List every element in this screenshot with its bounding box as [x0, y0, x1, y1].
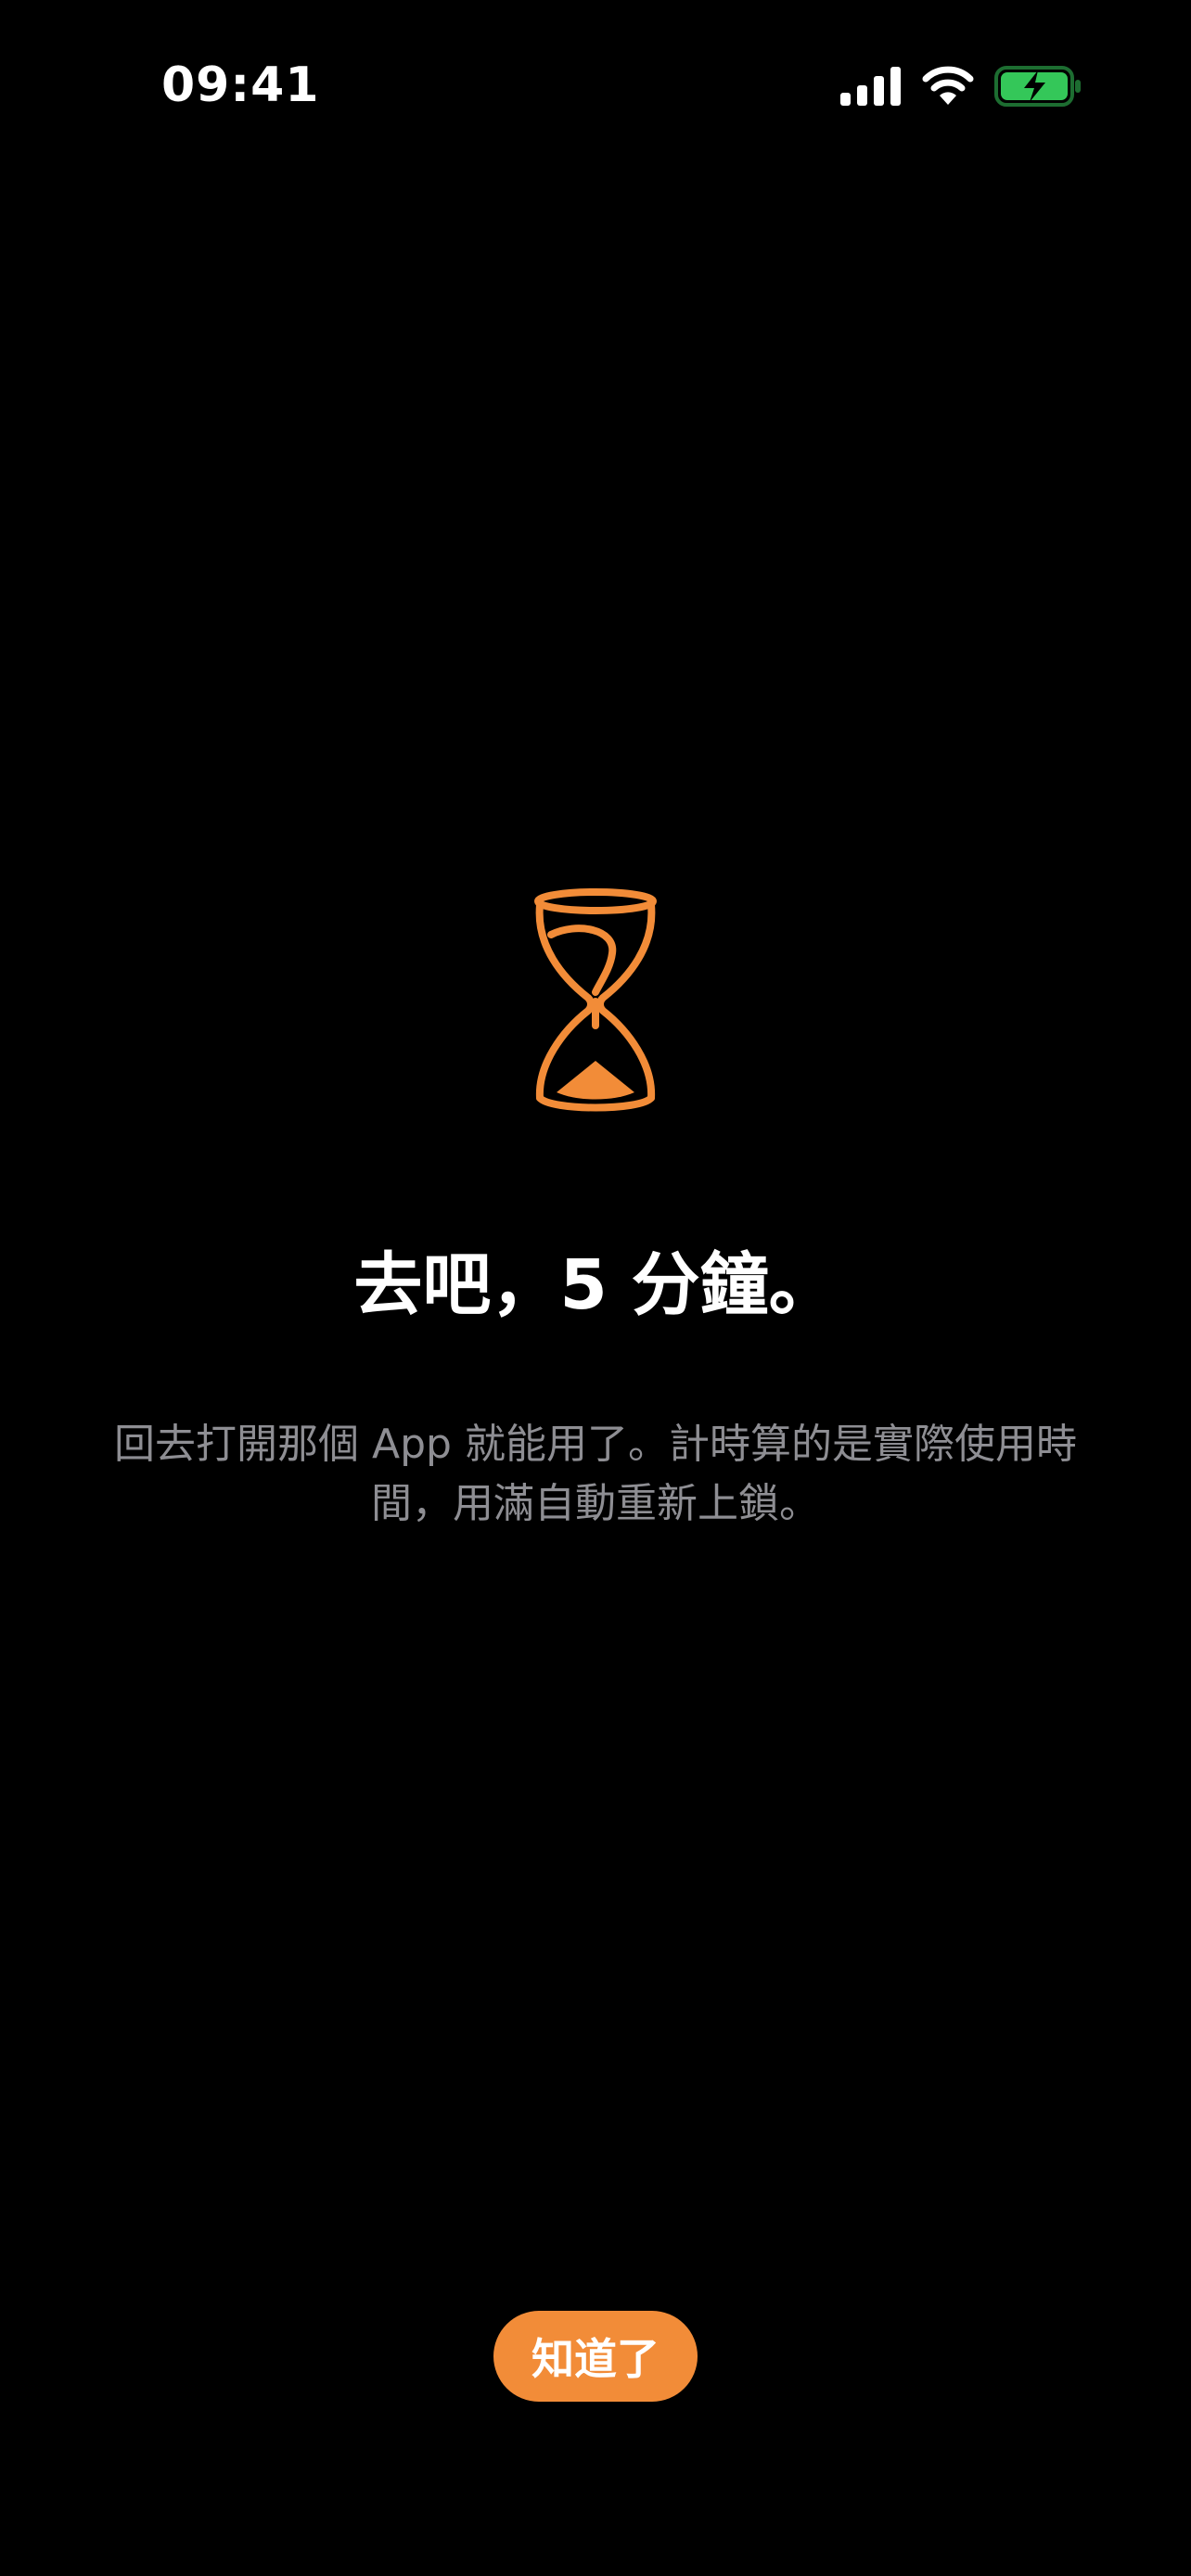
description-text: 回去打開那個 App 就能用了。計時算的是實際使用時間，用滿自動重新上鎖。 — [114, 1421, 1077, 1527]
status-bar: 09:41 — [0, 0, 1191, 176]
status-icons — [840, 61, 1082, 111]
signal-icon — [840, 67, 902, 106]
wifi-icon — [922, 66, 974, 107]
status-time: 09:41 — [161, 57, 320, 113]
page-title: 去吧，5 分鐘。 — [353, 1245, 838, 1325]
ok-button[interactable]: 知道了 — [493, 2311, 698, 2402]
battery-charging-icon — [994, 65, 1082, 108]
hourglass-icon — [531, 888, 660, 1120]
